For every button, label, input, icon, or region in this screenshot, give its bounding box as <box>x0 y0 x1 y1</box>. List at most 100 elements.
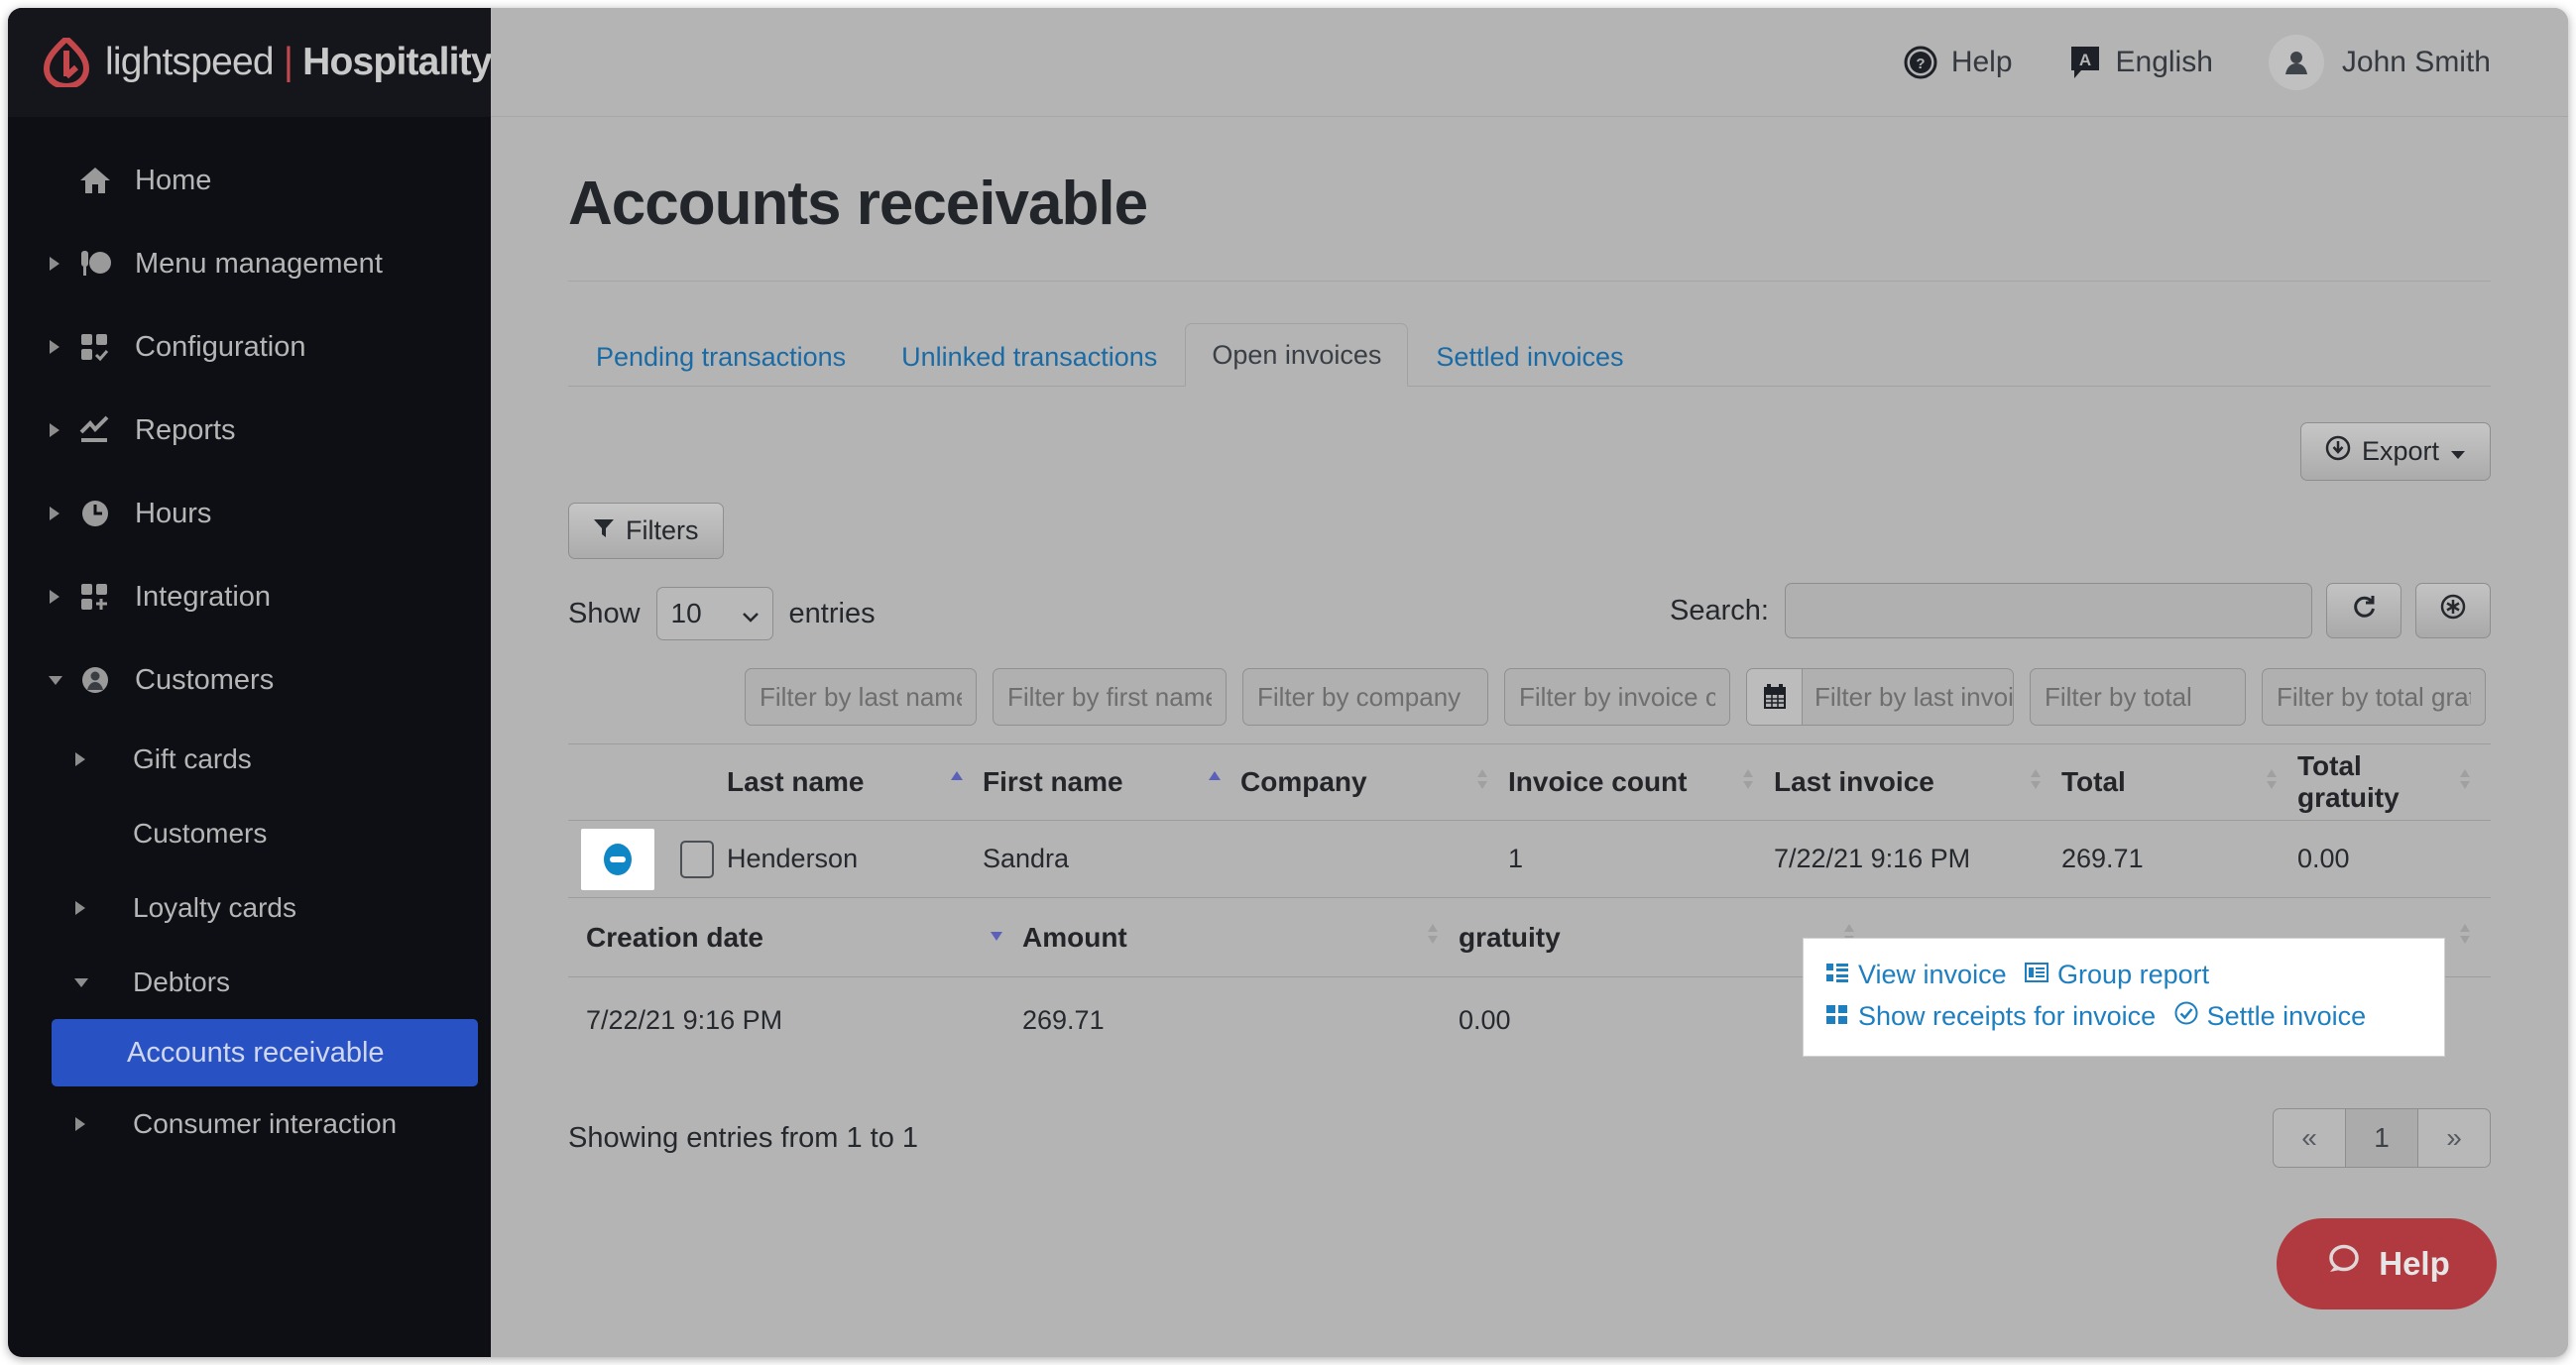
export-row: Export <box>568 422 2491 481</box>
chevron-right-icon[interactable] <box>48 422 73 438</box>
filters-label: Filters <box>626 515 699 545</box>
cell-total-gratuity: 0.00 <box>2297 844 2350 873</box>
subcolumn-header-amount[interactable]: Amount <box>1022 921 1459 954</box>
cell-creation-date: 7/22/21 9:16 PM <box>586 1004 783 1035</box>
filter-placeholder: Filter by last name <box>760 681 962 712</box>
view-invoice-link[interactable]: View invoice <box>1825 955 2007 996</box>
filter-last-name[interactable]: Filter by last name <box>745 668 977 726</box>
brand-logo-area[interactable]: lightspeed | Hospitality <box>8 8 493 117</box>
row-checkbox[interactable] <box>680 840 714 878</box>
sidebar-item-configuration[interactable]: Configuration <box>8 305 491 389</box>
table-footer: Showing entries from 1 to 1 « 1 » <box>568 1108 2491 1168</box>
help-widget-button[interactable]: Help <box>2277 1218 2497 1309</box>
chevron-right-icon[interactable] <box>48 256 73 272</box>
page-size-select[interactable]: 10 <box>655 587 773 640</box>
chevron-down-icon[interactable] <box>73 975 99 989</box>
invoices-table: Last name First name Company Invoice cou… <box>568 743 2491 1063</box>
sidebar-item-home[interactable]: Home <box>8 139 491 222</box>
export-button[interactable]: Export <box>2299 422 2491 481</box>
filters-button[interactable]: Filters <box>568 503 724 559</box>
filter-invoice-count[interactable]: Filter by invoice count <box>1504 668 1730 726</box>
chevron-right-icon[interactable] <box>73 900 99 916</box>
grid-icon <box>1825 996 1849 1038</box>
pagination-page-1[interactable]: 1 <box>2345 1108 2418 1168</box>
sidebar-item-gift-cards[interactable]: Gift cards <box>8 722 491 796</box>
action-label: Show receipts for invoice <box>1858 1000 2157 1031</box>
sidebar-item-integration[interactable]: Integration <box>8 555 491 638</box>
clear-filters-button[interactable] <box>2415 583 2491 638</box>
filter-last-invoice[interactable]: Filter by last invoice <box>1746 668 2014 726</box>
pagination-first-button[interactable]: « <box>2273 1108 2346 1168</box>
chevron-right-icon[interactable] <box>73 1116 99 1132</box>
table-header-row: Last name First name Company Invoice cou… <box>568 743 2491 821</box>
column-header-last-invoice[interactable]: Last invoice <box>1774 766 2061 799</box>
language-selector[interactable]: A English <box>2068 45 2213 80</box>
collapse-row-button[interactable] <box>581 828 654 890</box>
sidebar-item-label: Reports <box>135 413 236 446</box>
sidebar-item-label: Home <box>135 164 212 196</box>
filter-company[interactable]: Filter by company <box>1242 668 1488 726</box>
column-label: gratuity <box>1459 921 1561 953</box>
cell-last-invoice: 7/22/21 9:16 PM <box>1774 844 1971 873</box>
clear-icon <box>2439 593 2467 628</box>
help-label: Help <box>1950 45 2013 78</box>
sidebar-item-accounts-receivable[interactable]: Accounts receivable <box>52 1019 478 1086</box>
chevron-right-icon[interactable] <box>48 506 73 521</box>
column-header-total[interactable]: Total <box>2061 766 2297 799</box>
chevron-down-icon[interactable] <box>48 673 73 687</box>
sort-desc-icon <box>989 921 1004 954</box>
pagination-next-button[interactable]: » <box>2417 1108 2491 1168</box>
filter-total-gratuity[interactable]: Filter by total gratuity <box>2262 668 2486 726</box>
tab-open-invoices[interactable]: Open invoices <box>1185 323 1409 387</box>
column-header-last-name[interactable]: Last name <box>727 766 983 799</box>
help-menu-button[interactable]: ? Help <box>1904 46 2013 79</box>
column-label: First name <box>983 766 1123 797</box>
sidebar-item-loyalty-cards[interactable]: Loyalty cards <box>8 870 491 945</box>
application-window: lightspeed | Hospitality Home Menu manag… <box>8 8 2568 1357</box>
tab-unlinked-transactions[interactable]: Unlinked transactions <box>874 328 1185 387</box>
subcolumn-header-creation-date[interactable]: Creation date <box>586 921 1022 954</box>
sidebar-item-customers[interactable]: Customers <box>8 638 491 722</box>
chevron-right-icon[interactable] <box>48 339 73 355</box>
filter-placeholder: Filter by last invoice <box>1815 681 2013 712</box>
show-receipts-link[interactable]: Show receipts for invoice <box>1825 996 2156 1038</box>
chevron-down-icon <box>2450 436 2466 467</box>
sidebar-item-consumer-interaction[interactable]: Consumer interaction <box>8 1086 491 1161</box>
expand-cell <box>568 828 667 890</box>
user-icon <box>73 665 117 695</box>
expanded-invoice-subtable: Creation date Amount gratuity 7/22/21 9:… <box>568 898 2491 1063</box>
home-icon <box>73 166 117 195</box>
settle-invoice-link[interactable]: Settle invoice <box>2174 996 2366 1038</box>
column-label: Amount <box>1022 921 1127 953</box>
page-title: Accounts receivable <box>568 170 1148 238</box>
group-report-link[interactable]: Group report <box>2025 955 2209 996</box>
chevron-right-icon[interactable] <box>48 589 73 605</box>
sidebar-item-debtors[interactable]: Debtors <box>8 945 491 1019</box>
sidebar-item-hours[interactable]: Hours <box>8 472 491 555</box>
user-menu-button[interactable]: John Smith <box>2268 34 2491 90</box>
sidebar-item-menu-management[interactable]: Menu management <box>8 222 491 305</box>
filter-first-name[interactable]: Filter by first name <box>993 668 1227 726</box>
column-header-total-gratuity[interactable]: Total gratuity <box>2297 750 2491 814</box>
column-label: Last name <box>727 766 865 797</box>
column-header-invoice-count[interactable]: Invoice count <box>1508 766 1774 799</box>
brand-product: Hospitality <box>302 41 492 83</box>
check-circle-icon <box>2174 996 2198 1038</box>
column-label: Company <box>1240 766 1367 797</box>
column-header-first-name[interactable]: First name <box>983 766 1240 799</box>
pagination: « 1 » <box>2273 1108 2491 1168</box>
column-header-company[interactable]: Company <box>1240 766 1508 799</box>
refresh-button[interactable] <box>2326 583 2401 638</box>
cell-total: 269.71 <box>2061 844 2144 873</box>
tab-pending-transactions[interactable]: Pending transactions <box>568 328 874 387</box>
sidebar-item-customers-sub[interactable]: Customers <box>8 796 491 870</box>
sidebar-item-reports[interactable]: Reports <box>8 389 491 472</box>
tab-settled-invoices[interactable]: Settled invoices <box>1408 328 1651 387</box>
column-filters-row: Filter by last name Filter by first name… <box>568 668 2491 726</box>
table-row: Henderson Sandra 1 7/22/21 9:16 PM 269.7… <box>568 821 2491 898</box>
cell-invoice-count: 1 <box>1508 844 1524 873</box>
chevron-right-icon[interactable] <box>73 751 99 767</box>
filter-total[interactable]: Filter by total <box>2030 668 2246 726</box>
search-input[interactable] <box>1785 583 2312 638</box>
sort-asc-icon <box>949 766 965 799</box>
